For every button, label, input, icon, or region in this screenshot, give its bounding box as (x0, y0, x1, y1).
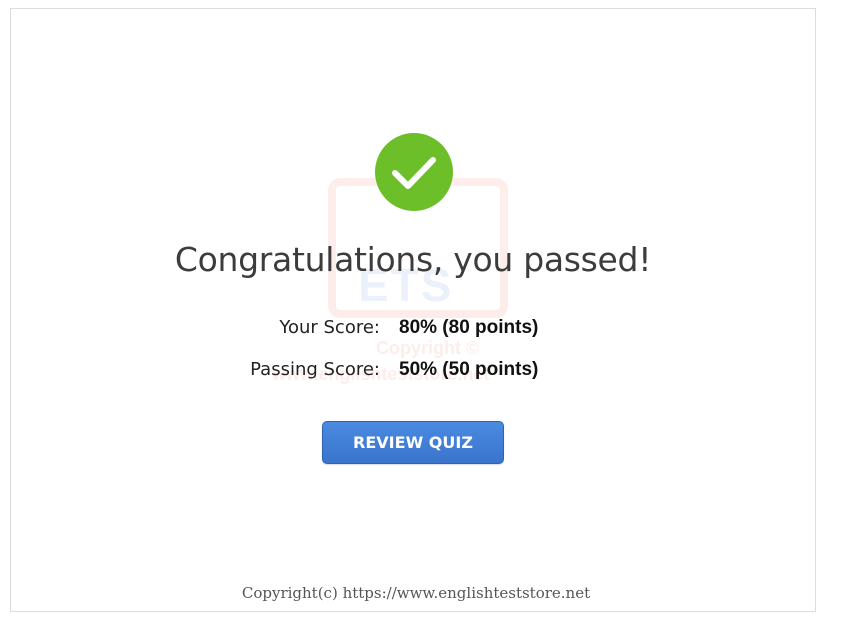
passed-badge (375, 133, 453, 211)
passing-score-row: Passing Score: 50% (50 points) (0, 357, 852, 383)
your-score-label: Your Score: (279, 317, 380, 338)
passing-score-label: Passing Score: (250, 359, 380, 380)
your-score-row: Your Score: 80% (80 points) (0, 315, 852, 341)
result-title: Congratulations, you passed! (174, 240, 652, 279)
your-score-value: 80% (80 points) (399, 317, 539, 338)
checkmark-icon (392, 157, 436, 189)
quiz-result-panel (10, 8, 816, 612)
footer-copyright: Copyright(c) https://www.englishteststor… (241, 584, 591, 602)
passing-score-value: 50% (50 points) (399, 359, 539, 380)
review-quiz-button[interactable]: REVIEW QUIZ (322, 421, 504, 464)
